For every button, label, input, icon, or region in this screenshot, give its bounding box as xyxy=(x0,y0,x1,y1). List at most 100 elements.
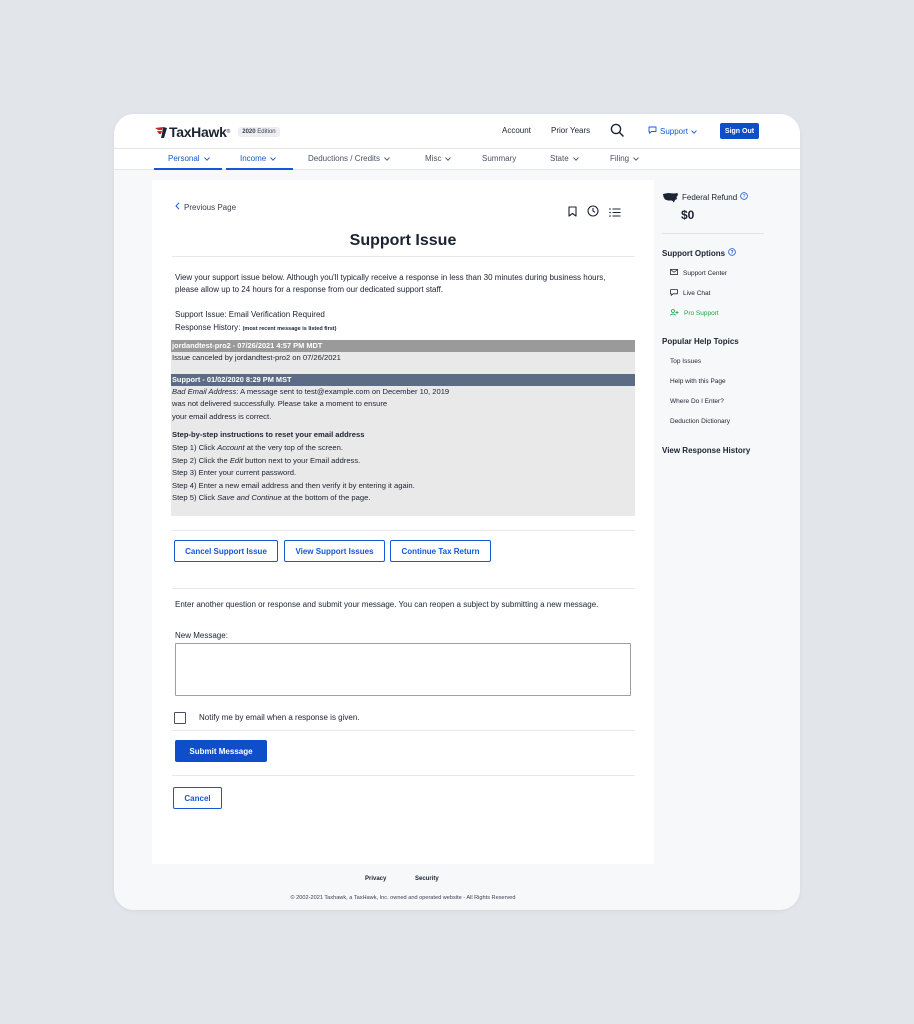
divider xyxy=(172,256,635,257)
main-content: Previous Page Support Issue View your su… xyxy=(152,180,654,864)
privacy-link[interactable]: Privacy xyxy=(365,876,386,882)
page-tools xyxy=(568,204,621,222)
message-gap xyxy=(171,365,635,374)
logo-text: TaxHawk xyxy=(169,124,227,140)
help-circle-icon[interactable]: ? xyxy=(728,248,736,258)
chevron-down-icon xyxy=(572,154,579,163)
bookmark-icon[interactable] xyxy=(568,204,577,222)
notify-checkbox[interactable] xyxy=(174,712,186,724)
nav-label: State xyxy=(550,154,569,163)
step-text: at the bottom of the page. xyxy=(281,493,371,503)
step-line: Step 4) Enter a new email address and th… xyxy=(172,480,415,490)
list-icon[interactable] xyxy=(609,204,621,222)
message-emphasis: Bad Email Address xyxy=(172,386,237,396)
divider xyxy=(172,730,635,731)
chevron-down-icon xyxy=(203,154,210,163)
history-clock-icon[interactable] xyxy=(587,204,599,222)
copyright-text: © 2002-2021 Taxhawk, a TaxHawk, Inc. own… xyxy=(290,895,516,901)
cancel-support-issue-button[interactable]: Cancel Support Issue xyxy=(174,540,278,562)
support-issue-label: Support Issue: Email Verification Requir… xyxy=(175,310,325,319)
logo-trademark: ® xyxy=(226,129,231,135)
continue-tax-return-button[interactable]: Continue Tax Return xyxy=(390,540,491,562)
new-message-label: New Message: xyxy=(175,631,228,640)
us-map-icon xyxy=(662,190,679,208)
step-emphasis: Save and Continue xyxy=(217,493,282,503)
message-body: Issue canceled by jordandtest-pro2 on 07… xyxy=(172,353,341,362)
chevron-down-icon xyxy=(633,154,639,163)
step-text: at the very top of the screen. xyxy=(244,442,343,452)
view-support-issues-button[interactable]: View Support Issues xyxy=(284,540,385,562)
federal-refund-label: Federal Refund ? xyxy=(682,192,748,202)
previous-page-label: Previous Page xyxy=(184,202,237,212)
response-history-note: (most recent message is listed first) xyxy=(242,326,337,332)
nav-income[interactable]: Income xyxy=(240,154,277,163)
step-text: Step 1) Click xyxy=(172,442,218,452)
app-window: TaxHawk ® 2020 Edition Account Prior Yea… xyxy=(114,114,800,910)
nav-active-underline xyxy=(226,168,293,170)
new-message-textarea[interactable] xyxy=(175,643,631,696)
pro-support-link[interactable]: Pro Support xyxy=(670,309,719,318)
nav-personal[interactable]: Personal xyxy=(168,154,210,163)
message-header-support: Support - 01/02/2020 8:29 PM MST xyxy=(171,373,635,386)
nav-deductions-credits[interactable]: Deductions / Credits xyxy=(308,154,390,163)
sign-out-button[interactable]: Sign Out xyxy=(720,123,759,139)
step-text: Step 2) Click the xyxy=(172,455,230,465)
search-icon[interactable] xyxy=(610,123,624,142)
divider xyxy=(172,775,635,776)
response-history: jordandtest-pro2 - 07/26/2021 4:57 PM MD… xyxy=(171,340,635,516)
chevron-down-icon xyxy=(270,154,277,163)
chat-bubble-icon xyxy=(670,289,678,298)
step-line: Step 5) Click Save and Continue at the b… xyxy=(171,492,635,505)
step-text: Step 5) Click xyxy=(172,493,218,503)
support-center-link[interactable]: Support Center xyxy=(670,269,727,277)
reopen-instructions: Enter another question or response and s… xyxy=(175,600,599,609)
chevron-down-icon xyxy=(445,154,452,163)
edition-badge: 2020 Edition xyxy=(238,127,280,137)
message-line: your email address is correct. xyxy=(172,411,272,421)
nav-filing[interactable]: Filing xyxy=(610,154,639,163)
live-chat-label: Live Chat xyxy=(683,290,711,297)
nav-misc[interactable]: Misc xyxy=(425,154,452,163)
message-text: : A message sent to test@example.com on … xyxy=(236,386,450,396)
nav-label: Misc xyxy=(425,154,442,163)
nav-label: Personal xyxy=(168,154,200,163)
top-header: TaxHawk ® 2020 Edition Account Prior Yea… xyxy=(114,114,800,148)
account-link[interactable]: Account xyxy=(502,126,531,135)
nav-active-underline xyxy=(154,168,222,170)
help-topic-link[interactable]: Top Issues xyxy=(670,358,701,365)
nav-summary[interactable]: Summary xyxy=(482,154,516,163)
view-response-history-link[interactable]: View Response History xyxy=(662,446,750,455)
help-circle-icon[interactable]: ? xyxy=(740,192,748,202)
chevron-down-icon xyxy=(691,127,697,136)
intro-text: View your support issue below. Although … xyxy=(175,273,606,294)
federal-refund-value: $0 xyxy=(681,208,695,222)
page-title: Support Issue xyxy=(349,232,457,249)
support-options-heading: Support Options ? xyxy=(662,248,736,258)
step-emphasis: Account xyxy=(217,442,245,452)
nav-state[interactable]: State xyxy=(550,154,579,163)
security-link[interactable]: Security xyxy=(415,876,439,882)
nav-label: Deductions / Credits xyxy=(308,154,381,163)
nav-label: Income xyxy=(240,154,267,163)
chat-bubble-icon xyxy=(648,126,657,136)
main-nav: Personal Income Deductions / Credits Mis… xyxy=(114,148,800,170)
submit-message-button[interactable]: Submit Message xyxy=(175,740,267,762)
divider xyxy=(662,233,764,234)
cancel-button[interactable]: Cancel xyxy=(173,787,222,809)
svg-text:?: ? xyxy=(743,194,746,200)
prior-years-link[interactable]: Prior Years xyxy=(551,126,590,135)
divider xyxy=(172,588,635,589)
help-topic-link[interactable]: Deduction Dictionary xyxy=(670,418,730,425)
support-label: Support xyxy=(660,126,689,136)
notify-label: Notify me by email when a response is gi… xyxy=(199,713,360,722)
help-topic-link[interactable]: Help with this Page xyxy=(670,378,726,385)
refund-label-text: Federal Refund xyxy=(682,192,738,202)
taxhawk-logo[interactable]: TaxHawk ® 2020 Edition xyxy=(154,124,280,140)
previous-page-link[interactable]: Previous Page xyxy=(175,202,236,212)
support-menu[interactable]: Support xyxy=(648,126,697,136)
edition-year: 2020 xyxy=(242,129,256,135)
help-topic-link[interactable]: Where Do I Enter? xyxy=(670,398,724,405)
live-chat-link[interactable]: Live Chat xyxy=(670,289,710,298)
nav-label: Filing xyxy=(610,154,630,163)
chevron-down-icon xyxy=(384,154,390,163)
